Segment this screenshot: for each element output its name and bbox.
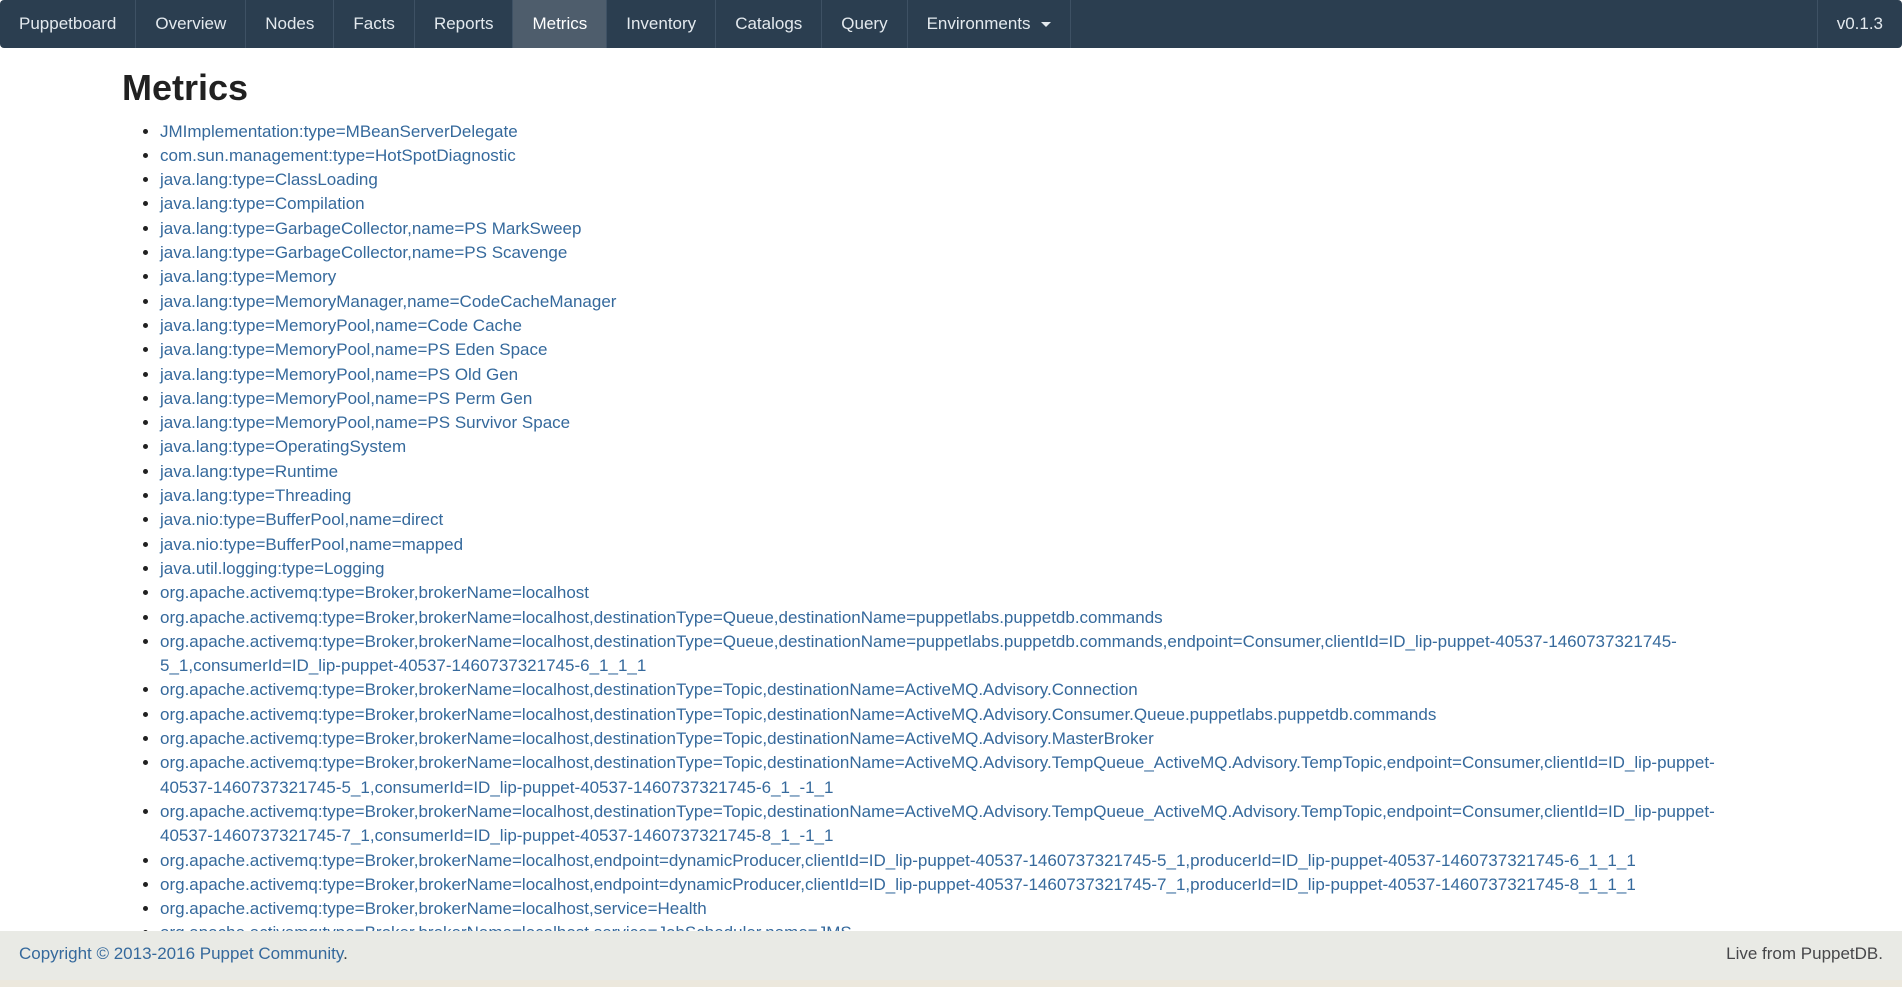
metric-list-item: java.lang:type=MemoryManager,name=CodeCa… xyxy=(160,290,1762,314)
metrics-list: JMImplementation:type=MBeanServerDelegat… xyxy=(122,120,1762,946)
metric-link[interactable]: org.apache.activemq:type=Broker,brokerNa… xyxy=(160,608,1163,627)
nav-item-reports[interactable]: Reports xyxy=(415,0,514,48)
metric-list-item: org.apache.activemq:type=Broker,brokerNa… xyxy=(160,873,1762,897)
nav-item-metrics[interactable]: Metrics xyxy=(513,0,607,48)
nav-item-inventory[interactable]: Inventory xyxy=(607,0,716,48)
nav-item-nodes[interactable]: Nodes xyxy=(246,0,334,48)
metric-list-item: java.lang:type=ClassLoading xyxy=(160,168,1762,192)
metric-list-item: org.apache.activemq:type=Broker,brokerNa… xyxy=(160,630,1762,679)
metric-link[interactable]: java.nio:type=BufferPool,name=direct xyxy=(160,510,443,529)
metric-link[interactable]: java.lang:type=OperatingSystem xyxy=(160,437,406,456)
metric-link[interactable]: java.lang:type=MemoryPool,name=PS Perm G… xyxy=(160,389,532,408)
caret-down-icon xyxy=(1041,22,1051,27)
metric-link[interactable]: java.util.logging:type=Logging xyxy=(160,559,384,578)
metric-link[interactable]: java.lang:type=MemoryManager,name=CodeCa… xyxy=(160,292,616,311)
metric-link[interactable]: java.lang:type=MemoryPool,name=PS Eden S… xyxy=(160,340,547,359)
metric-list-item: org.apache.activemq:type=Broker,brokerNa… xyxy=(160,727,1762,751)
version-label: v0.1.3 xyxy=(1817,0,1902,48)
nav-item-environments[interactable]: Environments xyxy=(908,0,1071,48)
copyright-period: . xyxy=(343,944,348,963)
metric-list-item: org.apache.activemq:type=Broker,brokerNa… xyxy=(160,606,1762,630)
nav-item-label: Query xyxy=(841,14,887,34)
nav-item-query[interactable]: Query xyxy=(822,0,907,48)
nav-item-label: Overview xyxy=(155,14,226,34)
nav-item-facts[interactable]: Facts xyxy=(334,0,415,48)
metric-list-item: com.sun.management:type=HotSpotDiagnosti… xyxy=(160,144,1762,168)
top-navbar: Puppetboard Overview Nodes Facts Reports Metr… xyxy=(0,0,1902,48)
metric-list-item: java.util.logging:type=Logging xyxy=(160,557,1762,581)
metric-link[interactable]: java.lang:type=Memory xyxy=(160,267,336,286)
nav-item-label: Metrics xyxy=(532,14,587,34)
metric-link[interactable]: com.sun.management:type=HotSpotDiagnosti… xyxy=(160,146,516,165)
metric-link[interactable]: org.apache.activemq:type=Broker,brokerNa… xyxy=(160,632,1677,675)
metric-link[interactable]: java.lang:type=MemoryPool,name=PS Surviv… xyxy=(160,413,570,432)
metric-list-item: org.apache.activemq:type=Broker,brokerNa… xyxy=(160,897,1762,921)
main-content: Metrics JMImplementation:type=MBeanServe… xyxy=(122,48,1762,946)
metric-link[interactable]: org.apache.activemq:type=Broker,brokerNa… xyxy=(160,875,1636,894)
metric-list-item: java.lang:type=OperatingSystem xyxy=(160,435,1762,459)
metric-link[interactable]: java.lang:type=GarbageCollector,name=PS … xyxy=(160,219,581,238)
metric-link[interactable]: org.apache.activemq:type=Broker,brokerNa… xyxy=(160,729,1154,748)
metric-list-item: org.apache.activemq:type=Broker,brokerNa… xyxy=(160,751,1762,800)
metric-list-item: java.lang:type=MemoryPool,name=PS Eden S… xyxy=(160,338,1762,362)
page-title: Metrics xyxy=(122,68,1762,108)
metric-list-item: org.apache.activemq:type=Broker,brokerNa… xyxy=(160,849,1762,873)
metric-list-item: java.lang:type=MemoryPool,name=PS Old Ge… xyxy=(160,363,1762,387)
nav-brand-puppetboard[interactable]: Puppetboard xyxy=(0,0,136,48)
metric-link[interactable]: java.lang:type=GarbageCollector,name=PS … xyxy=(160,243,567,262)
nav-item-label: Inventory xyxy=(626,14,696,34)
navbar-items: Puppetboard Overview Nodes Facts Reports Metr… xyxy=(0,0,1071,48)
metric-link[interactable]: org.apache.activemq:type=Broker,brokerNa… xyxy=(160,802,1715,845)
metric-link[interactable]: java.lang:type=Threading xyxy=(160,486,351,505)
metric-list-item: java.lang:type=MemoryPool,name=Code Cach… xyxy=(160,314,1762,338)
nav-item-catalogs[interactable]: Catalogs xyxy=(716,0,822,48)
navbar-spacer xyxy=(1071,0,1817,48)
metric-list-item: java.nio:type=BufferPool,name=mapped xyxy=(160,533,1762,557)
metric-link[interactable]: org.apache.activemq:type=Broker,brokerNa… xyxy=(160,583,589,602)
metric-link[interactable]: java.lang:type=MemoryPool,name=PS Old Ge… xyxy=(160,365,518,384)
metric-list-item: org.apache.activemq:type=Broker,brokerNa… xyxy=(160,703,1762,727)
metric-link[interactable]: org.apache.activemq:type=Broker,brokerNa… xyxy=(160,705,1436,724)
metric-list-item: JMImplementation:type=MBeanServerDelegat… xyxy=(160,120,1762,144)
nav-item-label: Nodes xyxy=(265,14,314,34)
nav-item-label: Catalogs xyxy=(735,14,802,34)
metric-link[interactable]: org.apache.activemq:type=Broker,brokerNa… xyxy=(160,899,707,918)
nav-item-label: Environments xyxy=(927,14,1031,34)
metric-link[interactable]: java.lang:type=ClassLoading xyxy=(160,170,378,189)
metric-list-item: java.lang:type=Runtime xyxy=(160,460,1762,484)
metric-list-item: java.lang:type=Memory xyxy=(160,265,1762,289)
metric-link[interactable]: JMImplementation:type=MBeanServerDelegat… xyxy=(160,122,518,141)
metric-list-item: org.apache.activemq:type=Broker,brokerNa… xyxy=(160,678,1762,702)
metric-link[interactable]: java.lang:type=MemoryPool,name=Code Cach… xyxy=(160,316,522,335)
nav-item-overview[interactable]: Overview xyxy=(136,0,246,48)
copyright-link[interactable]: Copyright © 2013-2016 Puppet Community xyxy=(19,944,343,963)
metric-link[interactable]: java.lang:type=Runtime xyxy=(160,462,338,481)
nav-item-label: Facts xyxy=(353,14,395,34)
nav-item-label: Puppetboard xyxy=(19,14,116,34)
metric-list-item: java.lang:type=MemoryPool,name=PS Perm G… xyxy=(160,387,1762,411)
puppetdb-status-text: Live from PuppetDB. xyxy=(1726,944,1883,964)
metric-list-item: java.lang:type=GarbageCollector,name=PS … xyxy=(160,241,1762,265)
footer: Copyright © 2013-2016 Puppet Community. … xyxy=(0,931,1902,987)
footer-bottom-strip xyxy=(0,980,1902,987)
metric-link[interactable]: org.apache.activemq:type=Broker,brokerNa… xyxy=(160,851,1636,870)
metric-link[interactable]: java.nio:type=BufferPool,name=mapped xyxy=(160,535,463,554)
metric-list-item: java.lang:type=GarbageCollector,name=PS … xyxy=(160,217,1762,241)
metric-list-item: org.apache.activemq:type=Broker,brokerNa… xyxy=(160,581,1762,605)
metric-link[interactable]: org.apache.activemq:type=Broker,brokerNa… xyxy=(160,753,1715,796)
metric-list-item: java.lang:type=MemoryPool,name=PS Surviv… xyxy=(160,411,1762,435)
metric-list-item: org.apache.activemq:type=Broker,brokerNa… xyxy=(160,800,1762,849)
metric-list-item: java.nio:type=BufferPool,name=direct xyxy=(160,508,1762,532)
metric-list-item: java.lang:type=Threading xyxy=(160,484,1762,508)
metric-list-item: java.lang:type=Compilation xyxy=(160,192,1762,216)
metric-link[interactable]: org.apache.activemq:type=Broker,brokerNa… xyxy=(160,680,1138,699)
nav-item-label: Reports xyxy=(434,14,494,34)
metric-link[interactable]: java.lang:type=Compilation xyxy=(160,194,365,213)
footer-copyright: Copyright © 2013-2016 Puppet Community. xyxy=(19,944,348,964)
